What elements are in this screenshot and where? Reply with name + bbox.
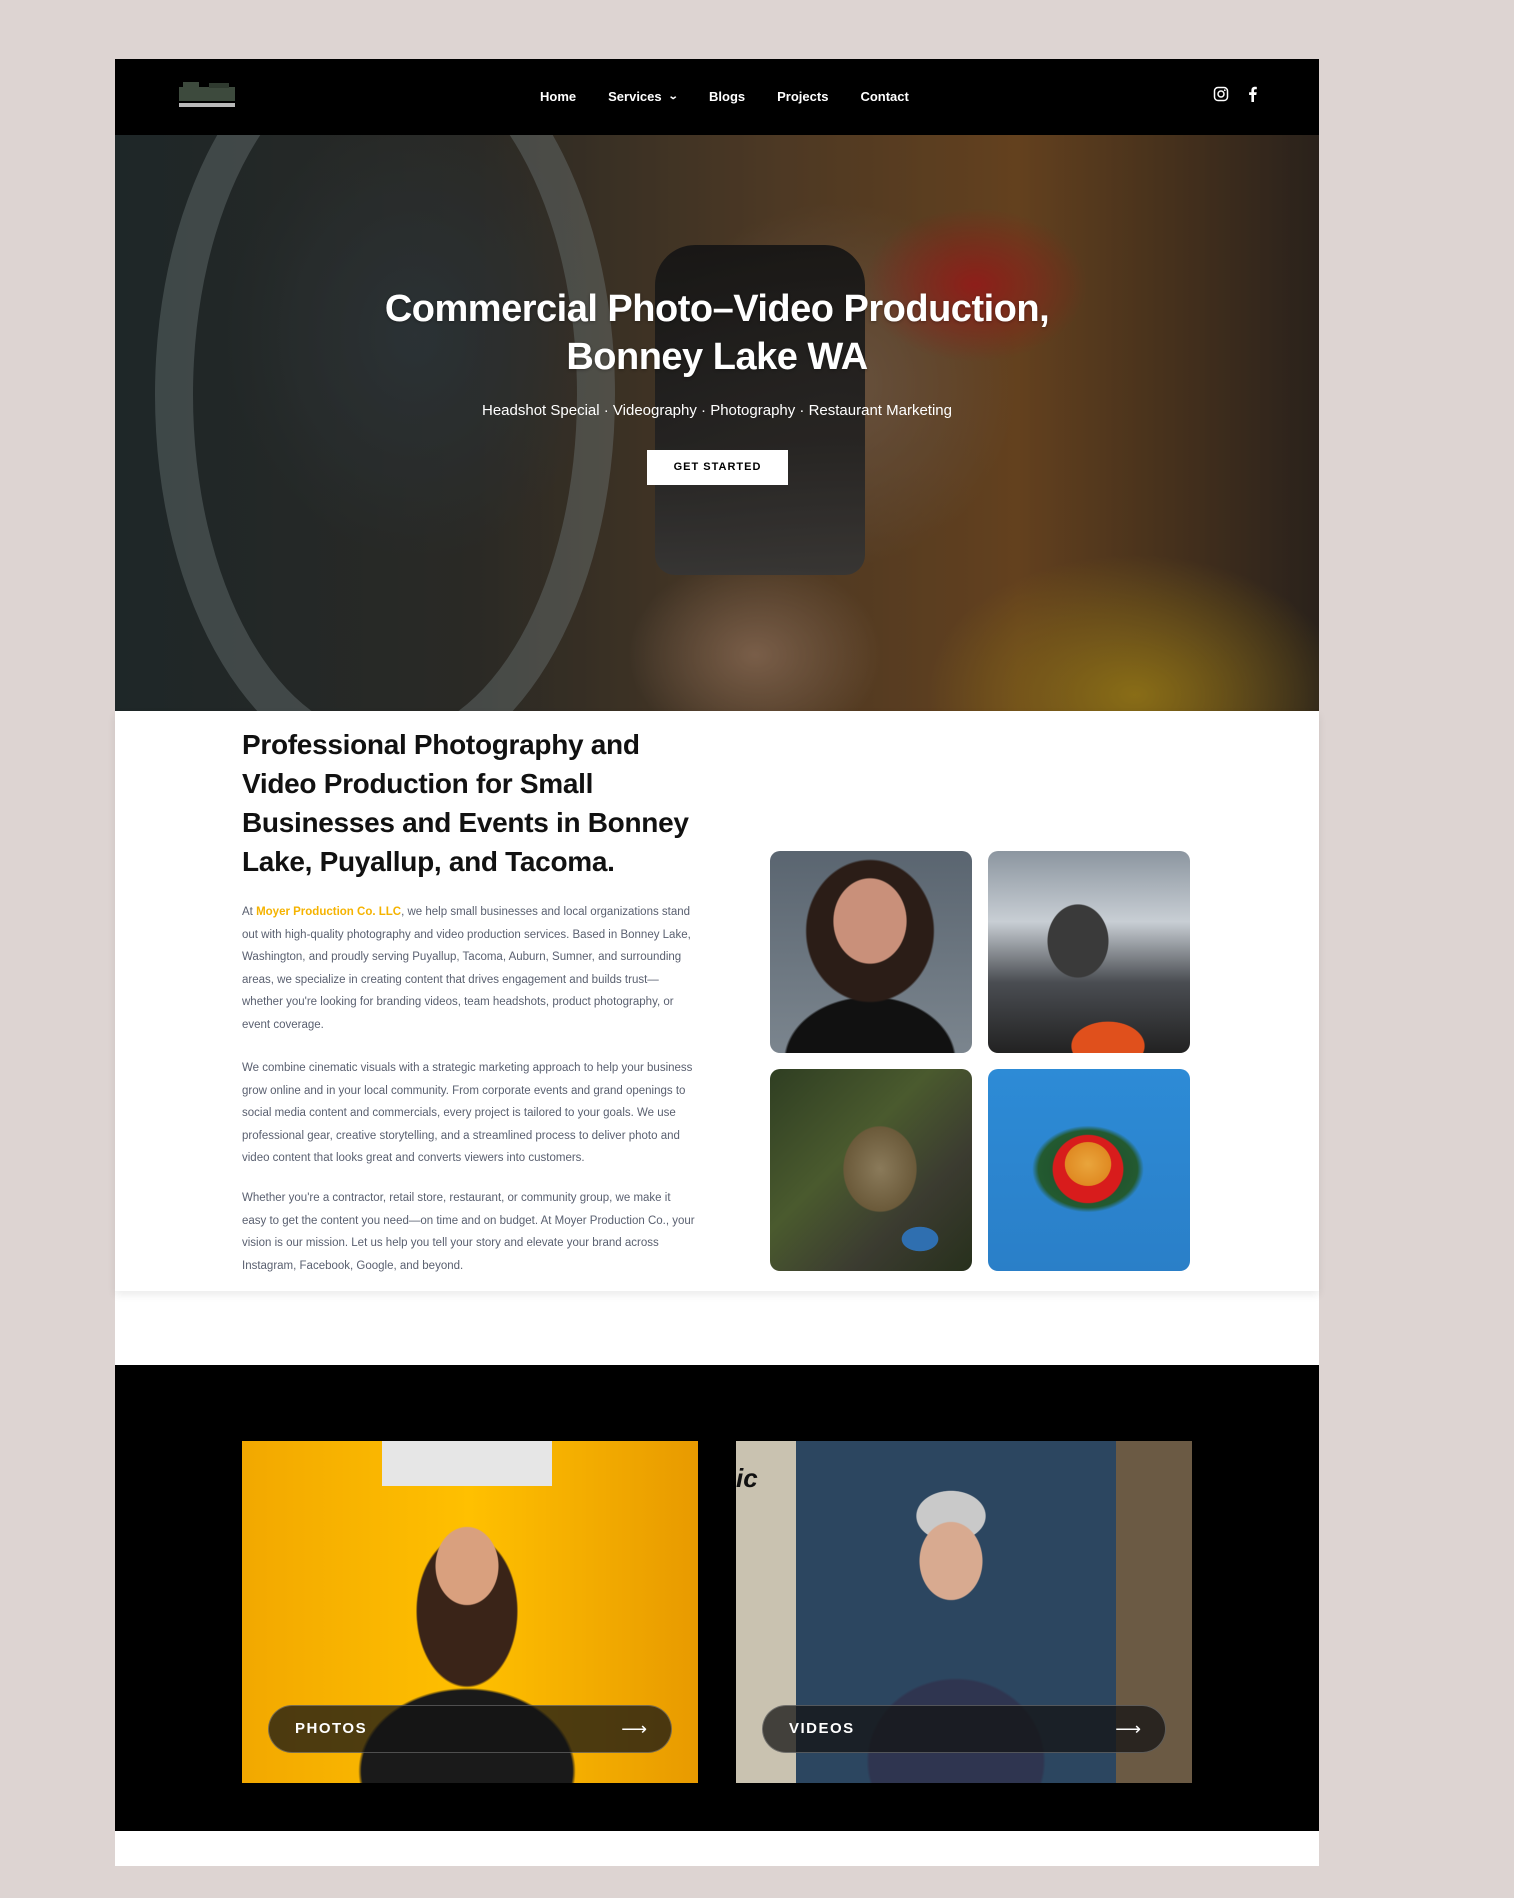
instagram-icon[interactable] bbox=[1213, 86, 1231, 104]
nav-contact-label: Contact bbox=[860, 89, 909, 104]
nav-projects[interactable]: Projects bbox=[777, 88, 828, 106]
about-title: Professional Photography and Video Produ… bbox=[242, 729, 689, 877]
hero-subtitle: Headshot Special · Videography · Photogr… bbox=[482, 402, 952, 419]
nav-blogs[interactable]: Blogs bbox=[709, 88, 745, 106]
get-started-button[interactable]: GET STARTED bbox=[647, 450, 788, 485]
arrow-right-icon: ⟶ bbox=[1115, 1719, 1141, 1739]
about-paragraph-3: Whether you're a contractor, retail stor… bbox=[242, 1192, 695, 1272]
nav-home[interactable]: Home bbox=[540, 88, 576, 106]
nav-services-label: Services bbox=[608, 89, 662, 104]
hero-title: Commercial Photo–Video Production, Bonne… bbox=[384, 288, 1050, 378]
page: Home Services ⌄ Blogs Projects Contact Co… bbox=[115, 59, 1319, 1866]
main-nav: Home Services ⌄ Blogs Projects Contact bbox=[540, 88, 941, 106]
arrow-right-icon: ⟶ bbox=[621, 1719, 647, 1739]
nav-contact[interactable]: Contact bbox=[860, 88, 908, 106]
nav-projects-label: Projects bbox=[777, 89, 829, 104]
facebook-icon[interactable] bbox=[1245, 86, 1263, 104]
site-logo[interactable] bbox=[179, 82, 235, 109]
photos-pill-button[interactable]: PHOTOS ⟶ bbox=[268, 1705, 672, 1753]
chevron-down-icon: ⌄ bbox=[667, 91, 679, 102]
p1-prefix: At bbox=[242, 906, 257, 918]
photos-label: PHOTOS bbox=[295, 1720, 368, 1737]
about-section: Professional Photography and Video Produ… bbox=[115, 711, 1319, 1291]
mechanic-photo bbox=[988, 851, 1190, 1053]
headshot-photo bbox=[770, 851, 972, 1053]
about-paragraph-2: We combine cinematic visuals with a stra… bbox=[242, 1062, 693, 1164]
p1-rest: , we help small businesses and local org… bbox=[242, 906, 691, 1031]
food-product-photo bbox=[988, 1069, 1190, 1271]
videos-card[interactable]: ic VIDEOS ⟶ bbox=[736, 1441, 1192, 1783]
video-background-logo: ic bbox=[736, 1463, 758, 1493]
hero-section: Commercial Photo–Video Production, Bonne… bbox=[115, 135, 1319, 711]
photos-card[interactable]: PHOTOS ⟶ bbox=[242, 1441, 698, 1783]
about-paragraph-1: At Moyer Production Co. LLC, we help sma… bbox=[242, 901, 697, 1036]
site-header: Home Services ⌄ Blogs Projects Contact bbox=[115, 59, 1319, 135]
videos-pill-button[interactable]: VIDEOS ⟶ bbox=[762, 1705, 1166, 1753]
nav-blogs-label: Blogs bbox=[709, 89, 746, 104]
brand-link[interactable]: Moyer Production Co. LLC bbox=[256, 906, 401, 918]
social-links bbox=[1213, 86, 1263, 104]
aerial-demolition-photo bbox=[770, 1069, 972, 1271]
videos-label: VIDEOS bbox=[789, 1720, 855, 1737]
nav-services[interactable]: Services ⌄ bbox=[608, 88, 679, 106]
services-section: PHOTOS ⟶ ic VIDEOS ⟶ bbox=[115, 1365, 1319, 1831]
nav-home-label: Home bbox=[540, 89, 577, 104]
